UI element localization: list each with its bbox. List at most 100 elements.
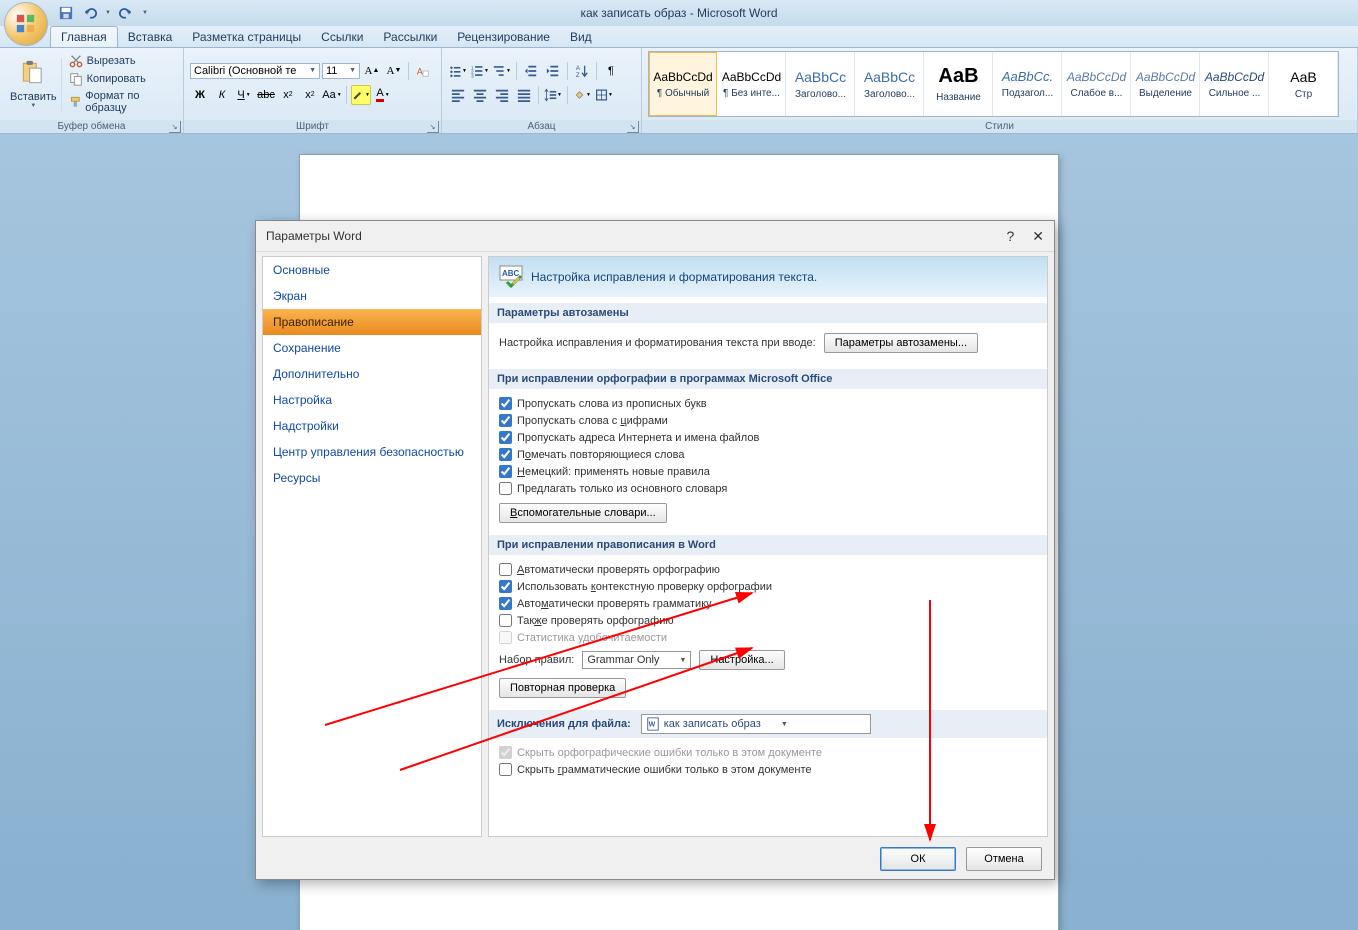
bullets-icon[interactable]: ▼ [448, 61, 468, 81]
undo-dropdown-icon[interactable]: ▼ [104, 3, 112, 23]
flag-repeated-checkbox[interactable] [499, 448, 512, 461]
format-painter-button[interactable]: Формат по образцу [66, 89, 177, 115]
tab-references[interactable]: Ссылки [311, 27, 373, 47]
nav-addins[interactable]: Надстройки [263, 413, 481, 439]
show-marks-icon[interactable]: ¶ [601, 61, 621, 81]
highlight-icon[interactable]: ▼ [351, 85, 371, 105]
german-rules-checkbox[interactable] [499, 465, 512, 478]
skip-numbers-checkbox[interactable] [499, 414, 512, 427]
close-icon[interactable]: ✕ [1032, 228, 1044, 245]
style-item-2[interactable]: AaBbCcЗаголово... [787, 52, 855, 116]
copy-button[interactable]: Копировать [66, 71, 177, 87]
main-dict-only-label: Предлагать только из основного словаря [517, 483, 727, 495]
ok-button[interactable]: ОК [880, 847, 956, 871]
align-center-icon[interactable] [470, 85, 490, 105]
tab-view[interactable]: Вид [560, 27, 602, 47]
decrease-indent-icon[interactable] [521, 61, 541, 81]
strikethrough-icon[interactable]: abc [256, 85, 276, 105]
skip-urls-checkbox[interactable] [499, 431, 512, 444]
style-item-9[interactable]: AaBСтр [1270, 52, 1338, 116]
nav-spelling[interactable]: Правописание [263, 309, 481, 335]
nav-screen[interactable]: Экран [263, 283, 481, 309]
paragraph-launcher-icon[interactable]: ↘ [627, 121, 639, 133]
style-item-0[interactable]: AaBbCcDd¶ Обычный [649, 52, 717, 116]
redo-icon[interactable] [116, 3, 136, 23]
main-dict-only-checkbox[interactable] [499, 482, 512, 495]
style-item-3[interactable]: AaBbCcЗаголово... [856, 52, 924, 116]
paste-button[interactable]: Вставить ▼ [10, 60, 57, 109]
help-icon[interactable]: ? [1006, 228, 1014, 245]
font-name-combo[interactable]: Calibri (Основной те▼ [190, 63, 320, 79]
italic-icon[interactable]: К [212, 85, 232, 105]
nav-main[interactable]: Основные [263, 257, 481, 283]
nav-advanced[interactable]: Дополнительно [263, 361, 481, 387]
tab-home[interactable]: Главная [50, 26, 118, 47]
font-launcher-icon[interactable]: ↘ [427, 121, 439, 133]
style-item-5[interactable]: AaBbCc.Подзагол... [994, 52, 1062, 116]
change-case-icon[interactable]: Aa▼ [322, 85, 342, 105]
multilevel-list-icon[interactable]: ▼ [492, 61, 512, 81]
numbering-icon[interactable]: 123▼ [470, 61, 490, 81]
word-options-dialog: Параметры Word ? ✕ Основные Экран Правоп… [255, 220, 1055, 880]
borders-icon[interactable]: ▼ [594, 85, 614, 105]
cancel-button[interactable]: Отмена [966, 847, 1042, 871]
nav-trust[interactable]: Центр управления безопасностью [263, 439, 481, 465]
auto-grammar-checkbox[interactable] [499, 597, 512, 610]
styles-gallery[interactable]: AaBbCcDd¶ ОбычныйAaBbCcDd¶ Без инте...Aa… [648, 51, 1339, 117]
cut-button[interactable]: Вырезать [66, 53, 177, 69]
shading-icon[interactable]: ▼ [572, 85, 592, 105]
skip-urls-label: Пропускать адреса Интернета и имена файл… [517, 432, 759, 444]
nav-customize[interactable]: Настройка [263, 387, 481, 413]
grow-font-icon[interactable]: A▲ [362, 61, 382, 81]
rules-select[interactable]: Grammar Only▼ [582, 651, 691, 669]
auto-spellcheck-checkbox[interactable] [499, 563, 512, 576]
qat-customize-icon[interactable]: ▼ [140, 3, 150, 23]
sort-icon[interactable]: AZ [572, 61, 592, 81]
superscript-icon[interactable]: x2 [300, 85, 320, 105]
dialog-titlebar[interactable]: Параметры Word ? ✕ [256, 221, 1054, 251]
font-size-combo[interactable]: 11▼ [322, 63, 360, 79]
titlebar: ▼ ▼ как записать образ - Microsoft Word [0, 0, 1358, 26]
styles-group-label: Стили [642, 120, 1357, 133]
bold-icon[interactable]: Ж [190, 85, 210, 105]
dialog-title-text: Параметры Word [266, 229, 362, 243]
underline-icon[interactable]: Ч▼ [234, 85, 254, 105]
contextual-spelling-checkbox[interactable] [499, 580, 512, 593]
hide-spelling-errors-label: Скрыть орфографические ошибки только в э… [517, 747, 822, 759]
nav-save[interactable]: Сохранение [263, 335, 481, 361]
autocorrect-options-button[interactable]: Параметры автозамены... [824, 333, 978, 353]
exceptions-file-select[interactable]: Wкак записать образ ▼ [641, 714, 871, 734]
tab-layout[interactable]: Разметка страницы [182, 27, 311, 47]
auto-grammar-label: Автоматически проверять грамматику [517, 598, 712, 610]
style-item-1[interactable]: AaBbCcDd¶ Без инте... [718, 52, 786, 116]
recheck-button[interactable]: Повторная проверка [499, 678, 626, 698]
justify-icon[interactable] [514, 85, 534, 105]
office-button[interactable] [4, 2, 48, 46]
align-right-icon[interactable] [492, 85, 512, 105]
style-item-8[interactable]: AaBbCcDdСильное ... [1201, 52, 1269, 116]
undo-icon[interactable] [80, 3, 100, 23]
hide-grammar-errors-label: Скрыть грамматические ошибки только в эт… [517, 764, 812, 776]
hide-grammar-errors-checkbox[interactable] [499, 763, 512, 776]
save-icon[interactable] [56, 3, 76, 23]
font-color-icon[interactable]: A▼ [373, 85, 393, 105]
tab-mailings[interactable]: Рассылки [373, 27, 447, 47]
nav-resources[interactable]: Ресурсы [263, 465, 481, 491]
style-item-4[interactable]: АаВНазвание [925, 52, 993, 116]
skip-uppercase-checkbox[interactable] [499, 397, 512, 410]
line-spacing-icon[interactable]: ▼ [543, 85, 563, 105]
clear-formatting-icon[interactable]: A [413, 61, 433, 81]
increase-indent-icon[interactable] [543, 61, 563, 81]
tab-insert[interactable]: Вставка [118, 27, 183, 47]
also-check-spelling-checkbox[interactable] [499, 614, 512, 627]
subscript-icon[interactable]: x2 [278, 85, 298, 105]
align-left-icon[interactable] [448, 85, 468, 105]
clipboard-launcher-icon[interactable]: ↘ [169, 121, 181, 133]
style-item-6[interactable]: AaBbCcDdСлабое в... [1063, 52, 1131, 116]
style-item-7[interactable]: AaBbCcDdВыделение [1132, 52, 1200, 116]
grammar-settings-button[interactable]: Настройка... [699, 650, 784, 670]
custom-dictionaries-button[interactable]: Вспомогательные словари... [499, 503, 667, 523]
readability-stats-checkbox [499, 631, 512, 644]
shrink-font-icon[interactable]: A▼ [384, 61, 404, 81]
tab-review[interactable]: Рецензирование [447, 27, 560, 47]
